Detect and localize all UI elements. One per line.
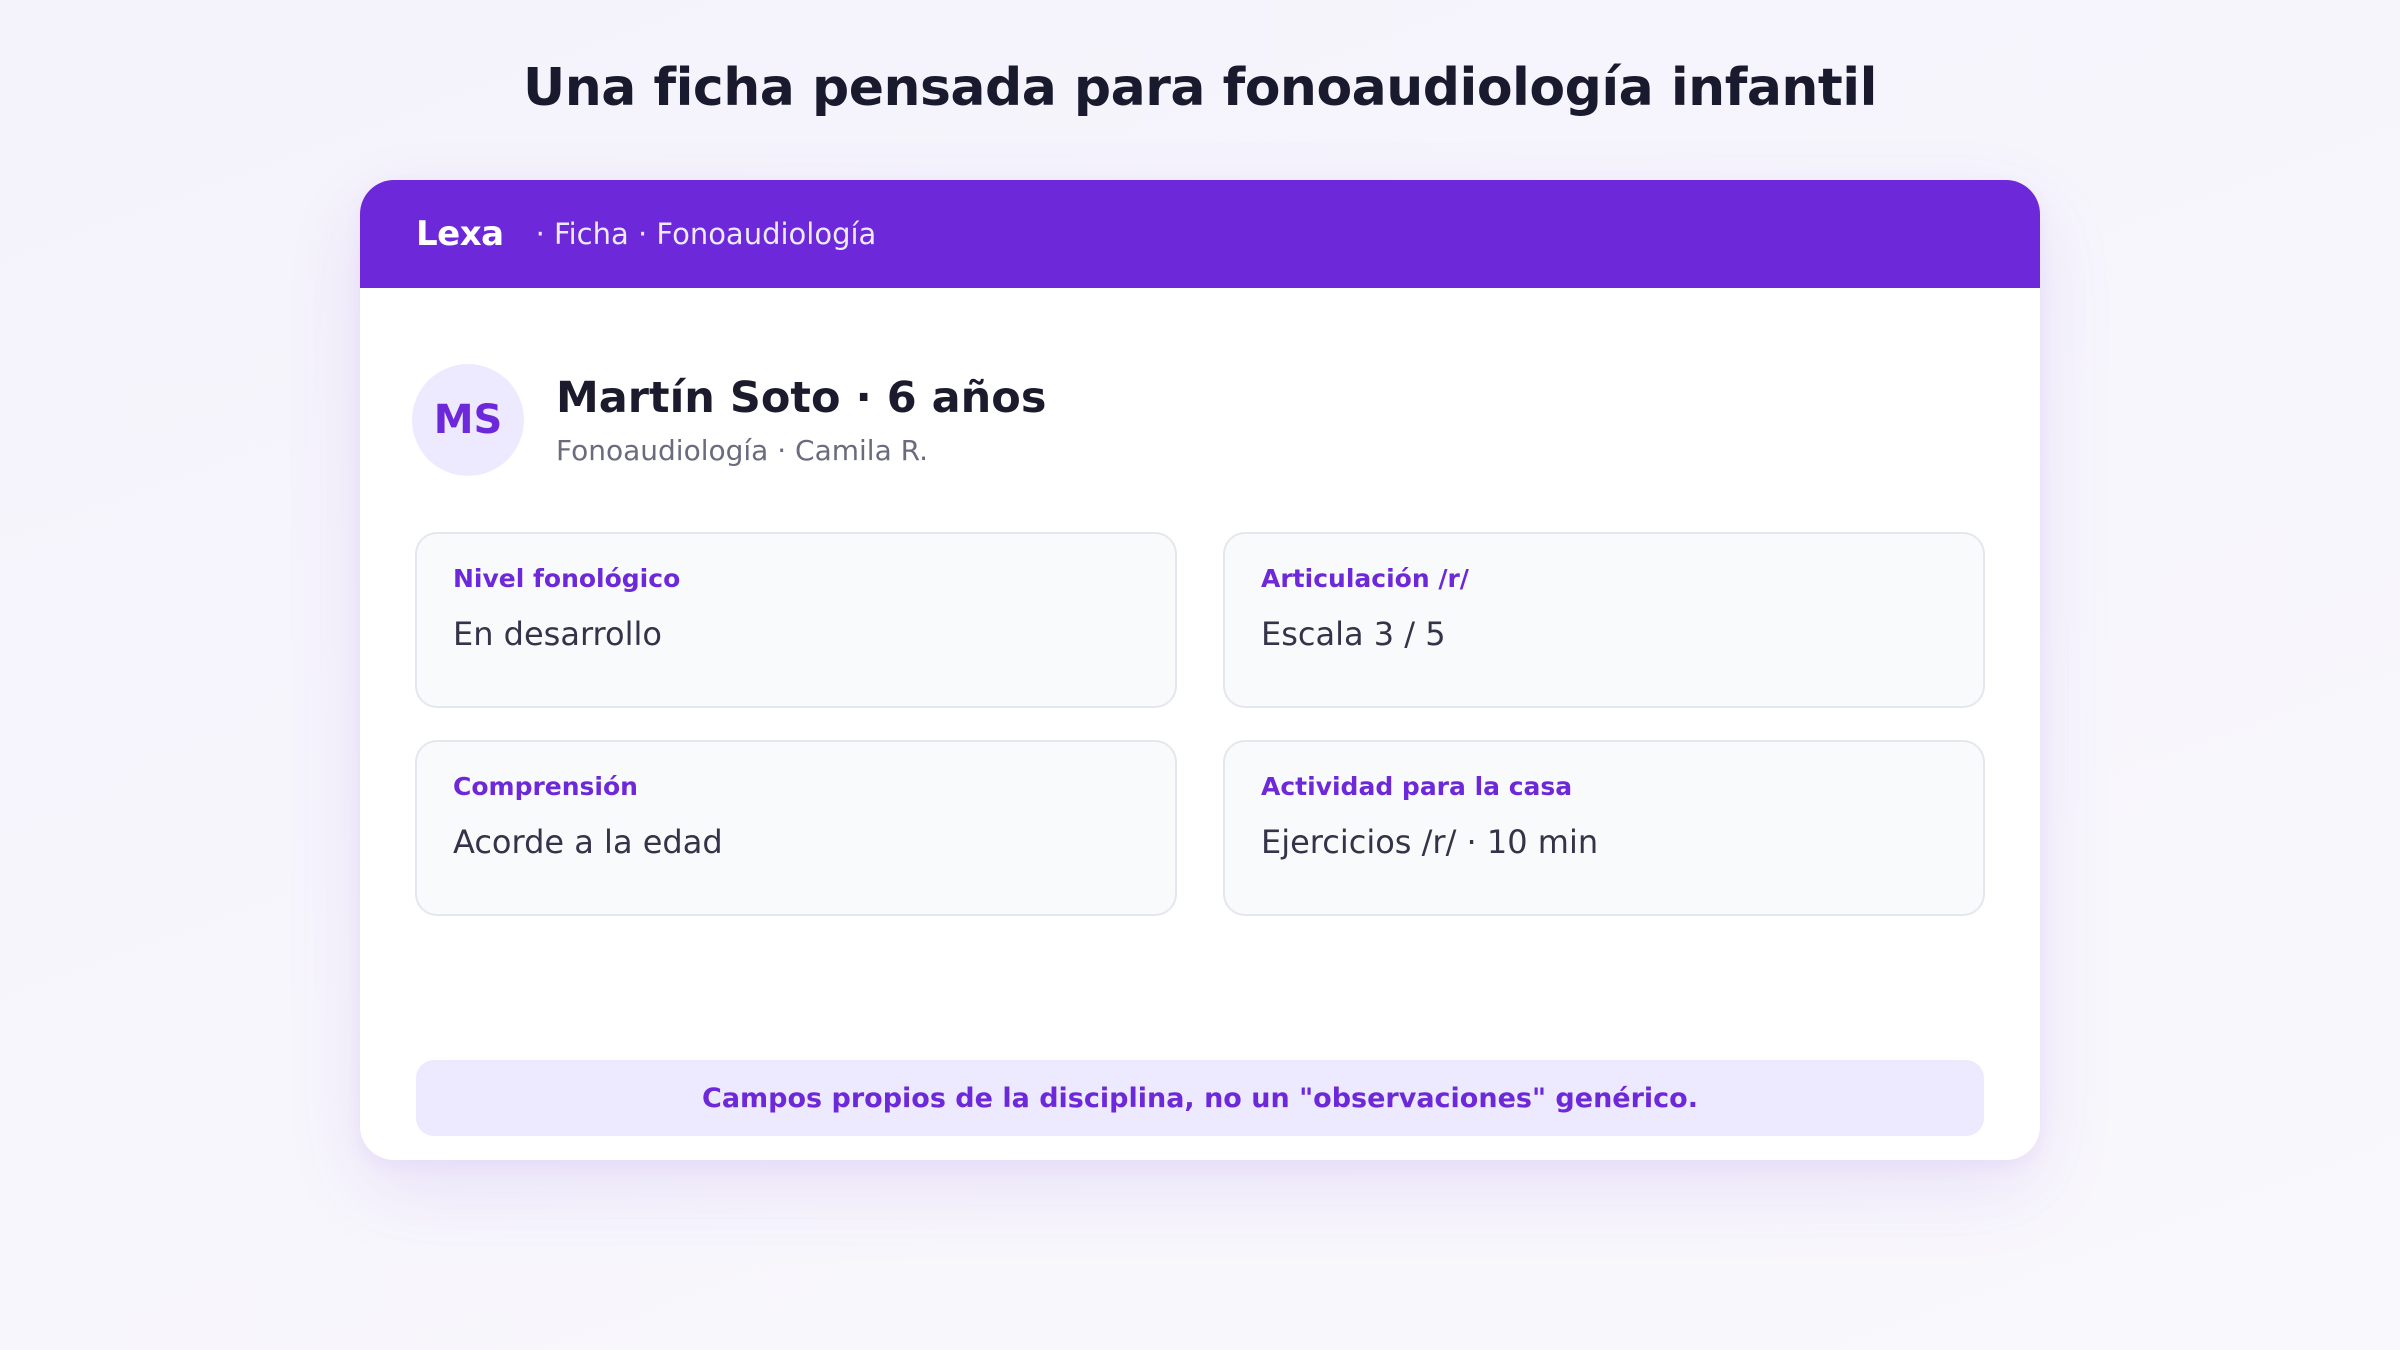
field-value: Escala 3 / 5 [1261, 615, 1446, 653]
field-label: Nivel fonológico [453, 564, 681, 593]
patient-subtitle: Fonoaudiología · Camila R. [556, 434, 928, 468]
patient-summary: MS Martín Soto · 6 años Fonoaudiología ·… [412, 364, 1046, 476]
field-label: Actividad para la casa [1261, 772, 1573, 801]
field-actividad-casa: Actividad para la casa Ejercicios /r/ · … [1223, 740, 1985, 916]
discipline-note: Campos propios de la disciplina, no un "… [416, 1060, 1984, 1136]
record-card: Lexa · Ficha · Fonoaudiología MS Martín … [360, 180, 2040, 1160]
fields-grid: Nivel fonológico En desarrollo Articulac… [415, 532, 1985, 916]
brand-logo: Lexa [416, 214, 504, 254]
breadcrumb: · Ficha · Fonoaudiología [535, 217, 877, 251]
field-nivel-fonologico: Nivel fonológico En desarrollo [415, 532, 1177, 708]
field-label: Articulación /r/ [1261, 564, 1469, 593]
avatar: MS [412, 364, 524, 476]
page-headline: Una ficha pensada para fonoaudiología in… [523, 58, 1877, 118]
field-comprension: Comprensión Acorde a la edad [415, 740, 1177, 916]
field-value: Ejercicios /r/ · 10 min [1261, 823, 1599, 861]
field-value: En desarrollo [453, 615, 662, 653]
field-value: Acorde a la edad [453, 823, 723, 861]
card-header: Lexa · Ficha · Fonoaudiología [360, 180, 2040, 288]
field-articulacion-r: Articulación /r/ Escala 3 / 5 [1223, 532, 1985, 708]
patient-info: Martín Soto · 6 años Fonoaudiología · Ca… [556, 373, 1046, 468]
field-label: Comprensión [453, 772, 638, 801]
patient-name: Martín Soto · 6 años [556, 372, 1047, 423]
